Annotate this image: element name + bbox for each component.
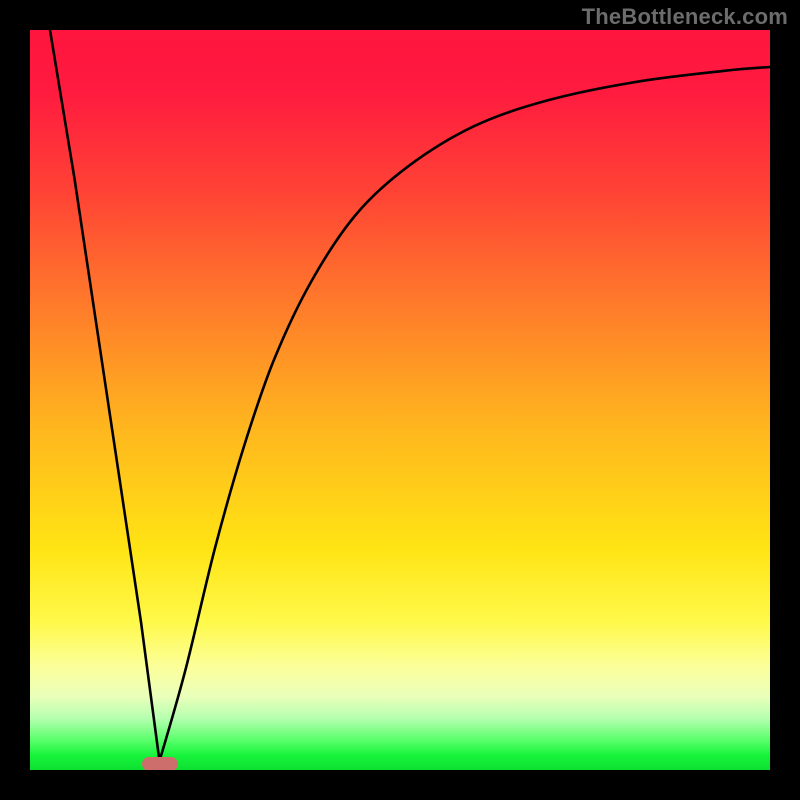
plot-area [30,30,770,770]
curve-layer [30,30,770,770]
bottleneck-curve [50,30,770,761]
watermark-text: TheBottleneck.com [582,4,788,30]
chart-frame: TheBottleneck.com [0,0,800,800]
minimum-marker [142,757,178,770]
